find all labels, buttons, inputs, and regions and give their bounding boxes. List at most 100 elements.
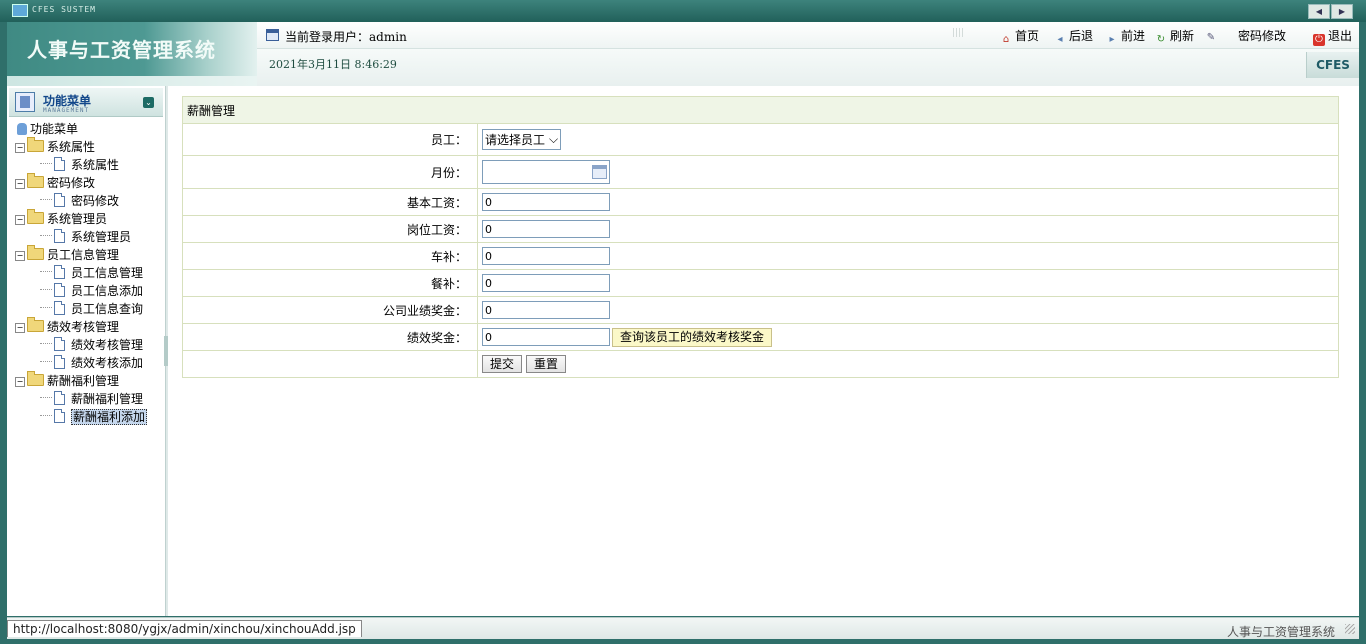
tree-item-label: 绩效考核添加 — [71, 356, 144, 370]
change-password-link[interactable]: 密码修改 — [1238, 27, 1286, 44]
collapse-menu-button[interactable]: ⌄ — [143, 97, 154, 108]
tree-group-label: 系统管理员 — [47, 212, 108, 226]
logout-link[interactable]: ⏻ 退出 — [1313, 27, 1352, 46]
home-label: 首页 — [1015, 29, 1040, 43]
folder-open-icon — [27, 173, 44, 188]
divider: |||| — [952, 28, 965, 38]
main-content: 薪酬管理 员工： 请选择员工 ⌵ 月份： 基本工资： 0 岗位工资： 0 车补：… — [168, 86, 1359, 616]
scroll-left-button[interactable]: ◀ — [1308, 4, 1330, 19]
tree-item-label: 密码修改 — [71, 194, 120, 208]
tree-connector — [40, 361, 52, 363]
tree-item-salary-manage[interactable]: 薪酬福利管理 — [40, 390, 143, 408]
submit-button[interactable]: 提交 — [482, 355, 523, 373]
tree-group-change-password[interactable]: − 密码修改 — [15, 173, 96, 192]
employee-select[interactable]: 请选择员工 ⌵ — [482, 129, 562, 150]
folder-open-icon — [27, 317, 44, 332]
edit-icon-link[interactable]: ✎ — [1205, 27, 1220, 44]
tree-item-label: 薪酬福利管理 — [71, 392, 144, 406]
salary-form: 薪酬管理 员工： 请选择员工 ⌵ 月份： 基本工资： 0 岗位工资： 0 车补：… — [182, 96, 1339, 378]
folder-open-icon — [27, 137, 44, 152]
collapse-toggle-icon[interactable]: − — [15, 215, 25, 225]
header: 人事与工资管理系统 当前登录用户：admin |||| ⌂ 首页 ◂ 后退 ▸ 前进 … — [7, 22, 1359, 86]
collapse-toggle-icon[interactable]: − — [15, 377, 25, 387]
tree-group-performance[interactable]: − 绩效考核管理 — [15, 317, 119, 336]
tree-group-employee-info[interactable]: − 员工信息管理 — [15, 245, 120, 264]
month-field[interactable] — [482, 160, 610, 184]
calendar-icon[interactable] — [592, 165, 607, 179]
tree-connector — [40, 415, 52, 417]
car-allowance-cell — [477, 242, 1339, 270]
menu-subtitle: MANAGEMENT — [43, 107, 90, 114]
tree-item-admins[interactable]: 系统管理员 — [40, 228, 131, 246]
tree-item-system-properties[interactable]: 系统属性 — [40, 156, 119, 174]
car-allowance-input[interactable] — [482, 247, 610, 265]
app-window: CFES SUSTEM ◀ ▶ 人事与工资管理系统 当前登录用户：admin |… — [0, 0, 1366, 644]
window-titlebar: CFES SUSTEM ◀ ▶ — [0, 0, 1366, 22]
base-salary-cell — [477, 188, 1339, 216]
refresh-icon: ↻ — [1156, 34, 1166, 45]
base-salary-label: 基本工资： — [182, 188, 478, 216]
collapse-toggle-icon[interactable]: − — [15, 323, 25, 333]
tree-item-change-password[interactable]: 密码修改 — [40, 192, 119, 210]
home-link[interactable]: ⌂ 首页 — [1000, 27, 1039, 46]
tree-item-performance-add[interactable]: 绩效考核添加 — [40, 354, 143, 372]
tree-item-label-selected: 薪酬福利添加 — [71, 409, 148, 425]
power-icon: ⏻ — [1313, 34, 1325, 46]
tree-root-label: 功能菜单 — [30, 122, 79, 136]
document-icon — [54, 301, 65, 315]
tree-group-label: 薪酬福利管理 — [47, 374, 120, 388]
tree-root[interactable]: 功能菜单 — [17, 120, 78, 138]
tree-item-label: 系统属性 — [71, 158, 120, 172]
tree-group-label: 密码修改 — [47, 176, 96, 190]
menu-header: 功能菜单 MANAGEMENT ⌄ — [9, 88, 163, 117]
refresh-link[interactable]: ↻ 刷新 — [1155, 27, 1194, 46]
employee-label: 员工： — [182, 123, 478, 156]
performance-bonus-cell: 查询该员工的绩效考核奖金 — [477, 323, 1339, 351]
meal-allowance-input[interactable] — [482, 274, 610, 292]
tree-group-salary[interactable]: − 薪酬福利管理 — [15, 371, 120, 390]
tree-item-employee-add[interactable]: 员工信息添加 — [40, 282, 143, 300]
post-salary-label: 岗位工资： — [182, 215, 478, 243]
system-text: CFES SUSTEM — [32, 5, 96, 14]
month-label: 月份： — [182, 155, 478, 189]
post-salary-input[interactable] — [482, 220, 610, 238]
document-icon — [54, 409, 65, 423]
tree-connector — [40, 271, 52, 273]
tree-item-employee-manage[interactable]: 员工信息管理 — [40, 264, 143, 282]
back-link[interactable]: ◂ 后退 — [1054, 27, 1093, 46]
scroll-right-button[interactable]: ▶ — [1331, 4, 1353, 19]
tree-group-label: 员工信息管理 — [47, 248, 120, 262]
forward-link[interactable]: ▸ 前进 — [1106, 27, 1145, 46]
tree-connector — [40, 199, 52, 201]
resize-grip-icon[interactable] — [1345, 624, 1355, 634]
tree-item-salary-add[interactable]: 薪酬福利添加 — [40, 408, 148, 426]
tree-root-icon — [17, 123, 27, 135]
base-salary-input[interactable] — [482, 193, 610, 211]
month-cell — [477, 155, 1339, 189]
folder-open-icon — [27, 371, 44, 386]
change-password-label: 密码修改 — [1238, 29, 1287, 43]
reset-button[interactable]: 重置 — [526, 355, 567, 373]
employee-select-value: 请选择员工 — [485, 133, 546, 147]
logo-strip — [7, 76, 257, 86]
document-icon — [54, 391, 65, 405]
tree-connector — [40, 307, 52, 309]
collapse-toggle-icon[interactable]: − — [15, 251, 25, 261]
query-performance-bonus-button[interactable]: 查询该员工的绩效考核奖金 — [612, 327, 773, 347]
refresh-label: 刷新 — [1170, 29, 1195, 43]
collapse-toggle-icon[interactable]: − — [15, 179, 25, 189]
company-bonus-input[interactable] — [482, 301, 610, 319]
meal-allowance-label: 餐补： — [182, 269, 478, 297]
tree-connector — [40, 397, 52, 399]
window-icon — [266, 29, 279, 41]
tree-group-admins[interactable]: − 系统管理员 — [15, 209, 108, 228]
tree-group-system-properties[interactable]: − 系统属性 — [15, 137, 95, 156]
tree-item-performance-manage[interactable]: 绩效考核管理 — [40, 336, 143, 354]
actions-cell: 提交 重置 — [477, 350, 1339, 378]
performance-bonus-input[interactable] — [482, 328, 610, 346]
tree-item-employee-query[interactable]: 员工信息查询 — [40, 300, 143, 318]
current-user-label: 当前登录用户： — [285, 30, 370, 44]
collapse-toggle-icon[interactable]: − — [15, 143, 25, 153]
tree-item-label: 员工信息查询 — [71, 302, 144, 316]
logout-label: 退出 — [1328, 29, 1353, 43]
